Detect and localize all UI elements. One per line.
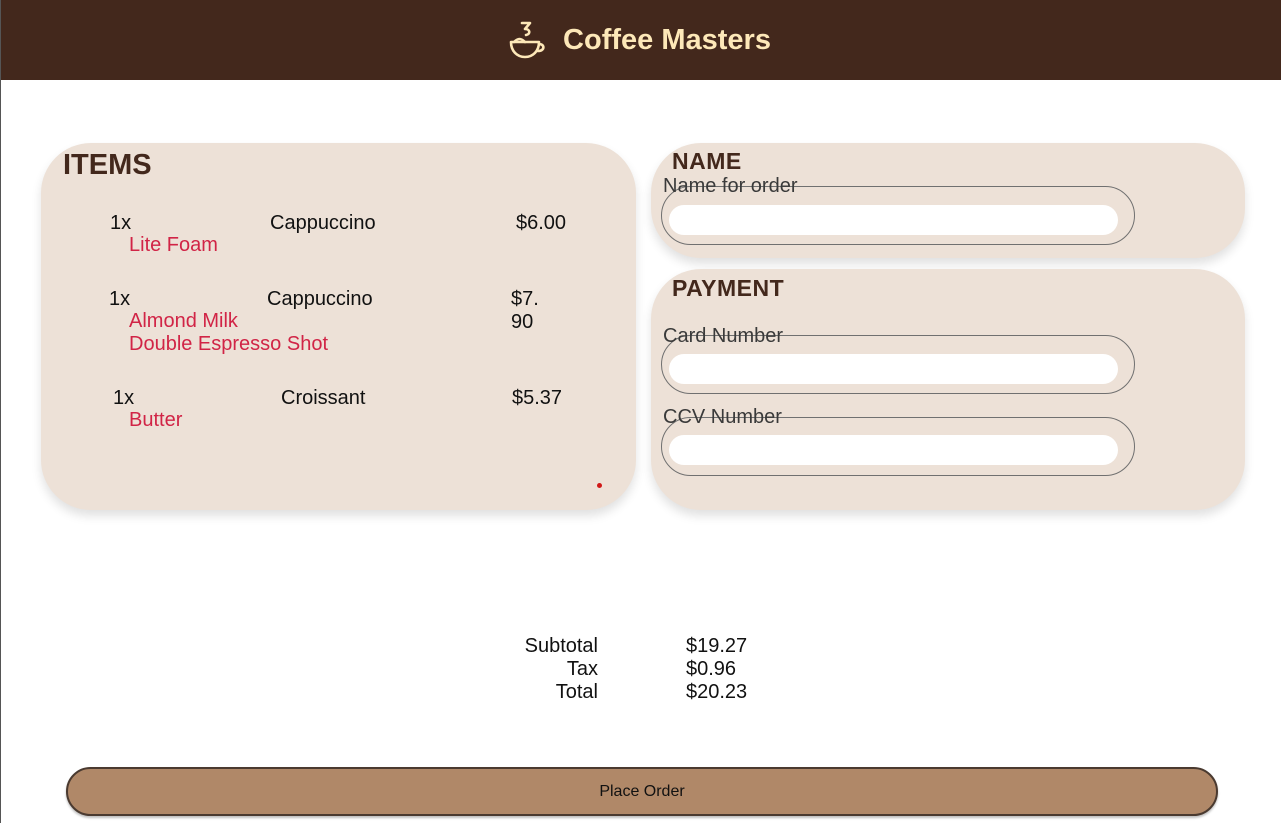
card-number-label: Card Number — [663, 325, 784, 347]
items-card: ITEMS 1x Cappuccino $6.00 Lite Foam 1x C… — [41, 143, 636, 510]
item-quantity: 1x — [110, 212, 132, 234]
app-title: Coffee Masters — [563, 23, 771, 56]
item-name: Croissant — [281, 387, 366, 409]
item-price: $7. 90 — [511, 288, 539, 333]
indicator-dot — [597, 483, 602, 488]
payment-card: PAYMENT Card Number CCV Number — [651, 269, 1245, 510]
total-label: Total — [555, 681, 598, 703]
coffee-cup-icon — [509, 21, 545, 59]
subtotal-label: Subtotal — [524, 635, 598, 657]
place-order-button[interactable]: Place Order — [66, 767, 1218, 816]
app-header: Coffee Masters — [1, 0, 1281, 80]
name-field-label: Name for order — [663, 175, 798, 197]
payment-heading: PAYMENT — [672, 275, 785, 301]
item-option: Butter — [129, 409, 183, 431]
items-heading: ITEMS — [63, 149, 152, 181]
item-option: Almond Milk — [129, 310, 238, 332]
ccv-number-label: CCV Number — [663, 406, 782, 428]
item-name: Cappuccino — [267, 288, 373, 310]
tax-value: $0.96 — [686, 658, 737, 680]
name-input[interactable] — [669, 205, 1118, 235]
name-card: NAME Name for order — [651, 143, 1245, 258]
card-number-input[interactable] — [669, 354, 1118, 384]
subtotal-value: $19.27 — [686, 635, 748, 657]
item-option: Lite Foam — [129, 234, 218, 256]
item-option: Double Espresso Shot — [129, 333, 329, 355]
ccv-number-input[interactable] — [669, 435, 1118, 465]
item-name: Cappuccino — [270, 212, 376, 234]
item-price: $6.00 — [516, 212, 567, 234]
total-value: $20.23 — [686, 681, 748, 703]
name-heading: NAME — [672, 148, 742, 174]
item-quantity: 1x — [109, 288, 131, 310]
item-price: $5.37 — [512, 387, 563, 409]
tax-label: Tax — [566, 658, 598, 680]
item-quantity: 1x — [113, 387, 135, 409]
